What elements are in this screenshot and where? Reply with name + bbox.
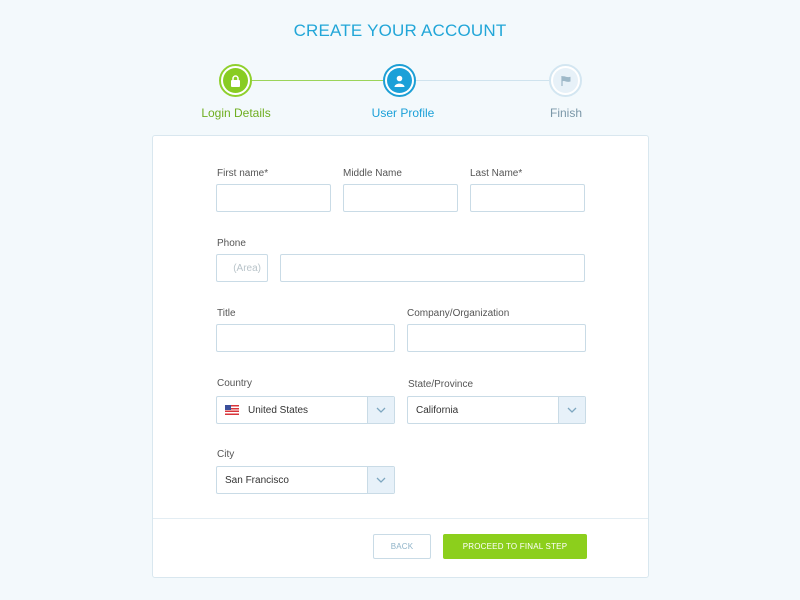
city-select[interactable]: San Francisco: [216, 466, 395, 494]
step-label-login-details: Login Details: [201, 106, 271, 120]
back-button[interactable]: BACK: [373, 534, 431, 559]
step-label-finish: Finish: [549, 106, 582, 120]
middle-name-label: Middle Name: [343, 168, 402, 179]
company-label: Company/Organization: [407, 308, 510, 319]
state-label: State/Province: [408, 379, 474, 390]
country-label: Country: [217, 378, 253, 389]
step-connector-pending: [416, 80, 549, 81]
user-icon: [394, 75, 405, 87]
step-login-details[interactable]: [219, 64, 252, 97]
country-value: United States: [248, 404, 309, 416]
country-select[interactable]: United States: [216, 396, 395, 424]
step-label-user-profile: User Profile: [371, 106, 435, 120]
city-label: City: [217, 449, 235, 460]
us-flag-icon: [225, 405, 239, 415]
flag-icon: [560, 75, 570, 86]
step-user-profile[interactable]: [383, 64, 416, 97]
title-field[interactable]: [216, 324, 395, 352]
last-name-label: Last Name*: [470, 168, 523, 179]
state-select[interactable]: California: [407, 396, 586, 424]
chevron-down-icon[interactable]: [558, 397, 585, 423]
step-finish[interactable]: [549, 64, 582, 97]
progress-stepper: Login Details User Profile Finish: [0, 64, 800, 124]
page: CREATE YOUR ACCOUNT Login Details User P…: [0, 0, 800, 600]
phone-area-field[interactable]: [216, 254, 268, 282]
profile-form-card: First name* Middle Name Last Name* Phone…: [152, 135, 649, 578]
first-name-field[interactable]: [216, 184, 331, 212]
lock-icon: [231, 74, 240, 87]
footer-divider: [153, 518, 648, 519]
proceed-button[interactable]: PROCEED TO FINAL STEP: [443, 534, 587, 559]
title-label: Title: [217, 308, 236, 319]
middle-name-field[interactable]: [343, 184, 458, 212]
phone-label: Phone: [217, 238, 246, 249]
first-name-label: First name*: [217, 168, 269, 179]
company-field[interactable]: [407, 324, 586, 352]
step-connector-complete: [252, 80, 383, 81]
chevron-down-icon[interactable]: [367, 397, 394, 423]
phone-number-field[interactable]: [280, 254, 585, 282]
page-title: CREATE YOUR ACCOUNT: [293, 21, 507, 40]
city-value: San Francisco: [225, 474, 289, 486]
chevron-down-icon[interactable]: [367, 467, 394, 493]
state-value: California: [416, 404, 459, 416]
last-name-field[interactable]: [470, 184, 585, 212]
